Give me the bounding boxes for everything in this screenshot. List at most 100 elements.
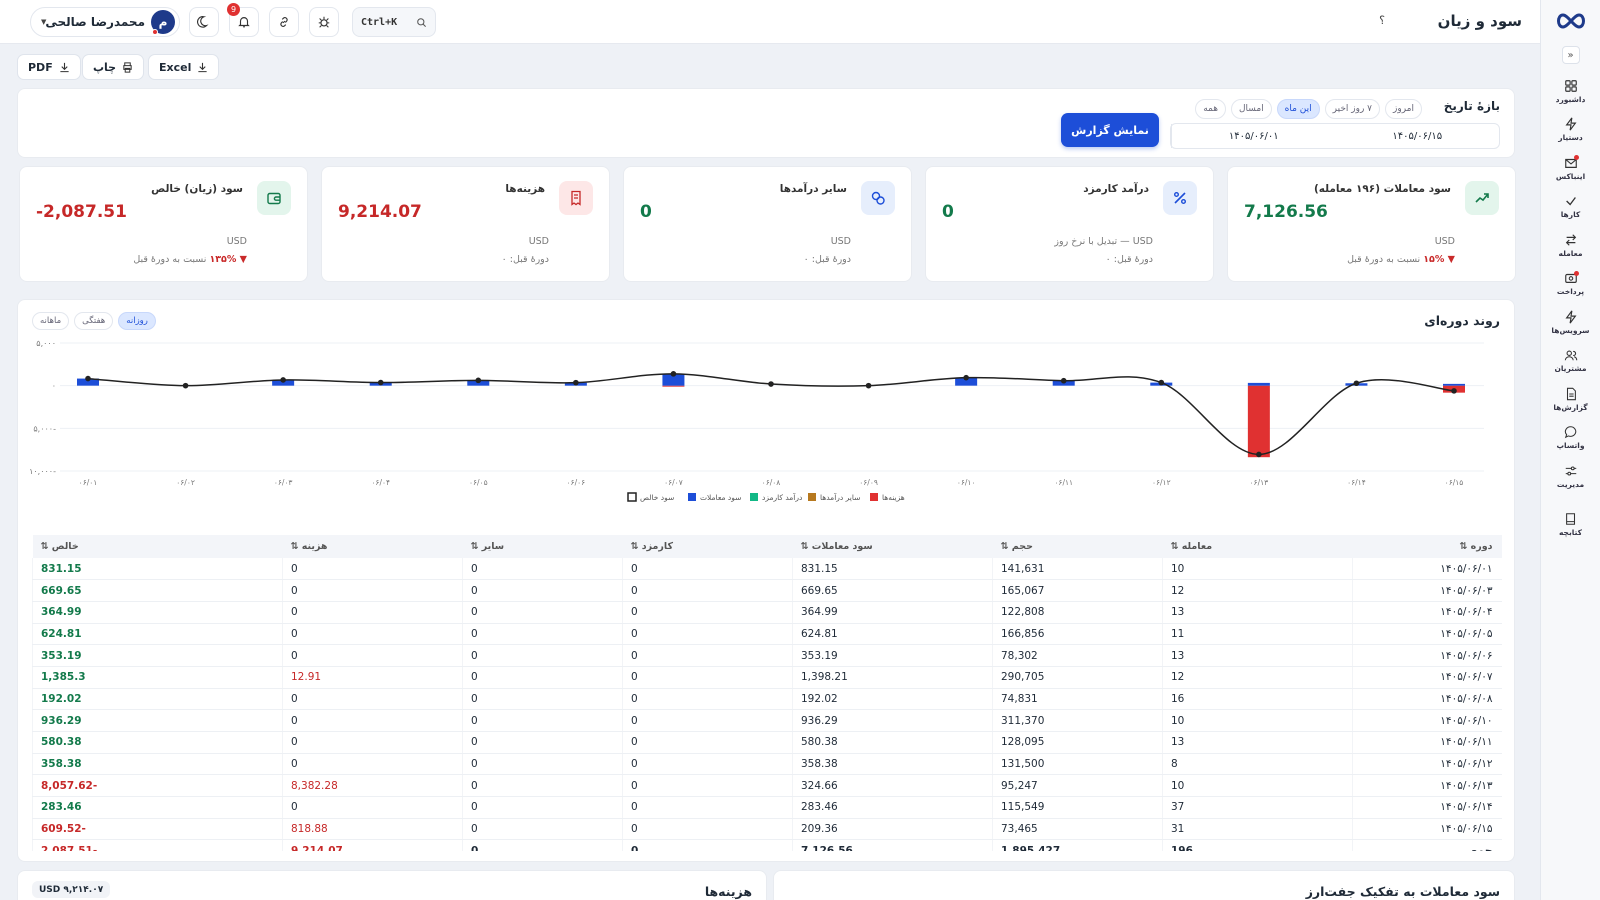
sidebar-item-label: پرداخت [1556, 287, 1585, 297]
link-button[interactable] [269, 7, 299, 37]
chart-bar [662, 385, 685, 387]
net-profit-point [1060, 377, 1067, 384]
sidebar-item-label: سرویس‌ها [1551, 325, 1590, 335]
sidebar-item-5[interactable]: پرداخت [1543, 265, 1599, 304]
settings-button[interactable] [309, 7, 339, 37]
sliders-icon [1565, 466, 1576, 476]
sidebar-nav: داشبورد دستیار اینباکس کارها معامله پرداخت سرو… [1543, 72, 1599, 544]
table-row: ۱۴۰۵/۰۶/۱۵ 31 73,465 209.36 0 0 818.88 -609.52 [32, 818, 1502, 841]
table-cell: 7,126.56 [792, 839, 993, 851]
table-cell: 818.88 [282, 818, 463, 841]
table-cell: 0 [282, 601, 463, 624]
x-tick-label: ۰۶/۰۳ [274, 478, 293, 487]
date-preset-chip[interactable]: امسال [1231, 99, 1272, 119]
date-preset-chip[interactable]: همه [1195, 99, 1227, 119]
table-cell: 95,247 [992, 774, 1163, 798]
column-header[interactable]: حجم ⇅ [992, 535, 1163, 558]
table-cell: 0 [462, 644, 623, 667]
table-row: ۱۴۰۵/۰۶/۰۴ 13 122,808 364.99 0 0 0 364.99 [32, 601, 1502, 624]
table-cell: جمع [1352, 839, 1502, 851]
column-header[interactable]: سود معاملات ⇅ [792, 535, 993, 558]
table-cell: 358.38 [792, 753, 993, 776]
sidebar-item-6[interactable]: سرویس‌ها [1543, 303, 1599, 342]
column-header[interactable]: معامله ⇅ [1162, 535, 1353, 558]
top-header: سود و زیان ؟ ▼ محمدرضا صالحی م 9 Ctrl+K [0, 0, 1540, 44]
net-profit-point [1256, 451, 1262, 458]
search-icon [417, 17, 426, 27]
percent-icon [1174, 192, 1186, 204]
sidebar-item-label: کتابچه [1558, 528, 1582, 538]
table-cell: ۱۴۰۵/۰۶/۰۱ [1352, 558, 1502, 581]
unread-dot [1573, 270, 1579, 276]
table-row: جمع 196 1,895,427 7,126.56 0 0 9,214.07 -2,087.… [32, 839, 1502, 851]
app-logo[interactable] [1554, 10, 1588, 32]
net-profit-point [573, 379, 579, 386]
net-profit-point [377, 379, 384, 386]
sidebar-item-4[interactable]: معامله [1543, 226, 1599, 265]
table-cell: 8 [1162, 753, 1353, 776]
granularity-tab[interactable]: روزانه [118, 312, 156, 330]
sidebar-item-1[interactable]: دستیار [1543, 111, 1599, 150]
kpi-title: سایر درآمدها [779, 183, 847, 195]
date-preset-chip[interactable]: ۷ روز اخیر [1324, 99, 1381, 119]
search-button[interactable]: Ctrl+K [352, 7, 436, 37]
sidebar-item-9[interactable]: واتساپ [1543, 419, 1599, 458]
column-header[interactable]: سایر ⇅ [462, 535, 623, 558]
theme-toggle-button[interactable] [189, 7, 219, 37]
table-cell: ۱۴۰۵/۰۶/۱۰ [1352, 709, 1502, 732]
sidebar-collapse-button[interactable]: » [1561, 46, 1580, 64]
print-button[interactable]: چاپ [82, 54, 145, 80]
help-icon[interactable]: ؟ [1379, 14, 1385, 27]
kpi-value: 0 [942, 202, 954, 222]
show-report-button[interactable]: نمایش گزارش [1061, 113, 1159, 147]
granularity-tab[interactable]: ماهانه [32, 312, 70, 330]
granularity-tabs: ماهانه هفتگی روزانه [32, 312, 156, 330]
table-cell: 0 [622, 774, 793, 798]
user-menu[interactable]: ▼ محمدرضا صالحی م [30, 7, 180, 37]
trend-table: دوره ⇅ معامله ⇅ حجم ⇅ سود معاملات ⇅ کارمزد ⇅… [32, 535, 1502, 851]
sidebar-item-11[interactable]: کتابچه [1543, 506, 1599, 545]
bolt-icon [1564, 117, 1577, 131]
table-row: ۱۴۰۵/۰۶/۱۴ 37 115,549 283.46 0 0 0 283.46 [32, 796, 1502, 819]
column-header[interactable]: دوره ⇅ [1352, 535, 1502, 558]
date-to-input[interactable]: ۱۴۰۵/۰۶/۱۵ [1336, 124, 1500, 148]
table-cell: 13 [1162, 601, 1353, 624]
sidebar-item-2[interactable]: اینباکس [1543, 149, 1599, 188]
sidebar-item-8[interactable]: گزارش‌ها [1543, 380, 1599, 419]
date-from-input[interactable]: ۱۴۰۵/۰۶/۰۱ [1171, 124, 1336, 148]
wallet-icon [267, 192, 281, 205]
sidebar-item-7[interactable]: مشتریان [1543, 342, 1599, 381]
table-cell: 0 [622, 666, 793, 689]
export-pdf-button[interactable]: PDF [17, 54, 81, 80]
date-preset-chip[interactable]: این ماه [1276, 99, 1320, 119]
expenses-card: هزینه‌ها USD ۹,۲۱۴.۰۷ [17, 870, 767, 900]
table-cell: ۱۴۰۵/۰۶/۱۳ [1352, 774, 1502, 798]
y-tick-label: ۵,۰۰۰- [33, 424, 56, 433]
table-cell: 165,067 [992, 579, 1163, 602]
coins-icon [871, 191, 885, 205]
column-header[interactable]: کارمزد ⇅ [622, 535, 793, 558]
granularity-tab[interactable]: هفتگی [74, 312, 114, 330]
table-cell: 0 [622, 731, 793, 754]
x-tick-label: ۰۶/۰۹ [859, 478, 878, 487]
date-preset-chip[interactable]: امروز [1385, 99, 1422, 119]
print-label: چاپ [93, 60, 117, 74]
notification-count-badge: 9 [227, 3, 240, 16]
table-cell: 0 [622, 709, 793, 732]
sidebar-item-0[interactable]: داشبورد [1543, 72, 1599, 111]
column-header[interactable]: خالص ⇅ [32, 535, 283, 558]
kpi-title: هزینه‌ها [505, 183, 545, 195]
notifications-button[interactable]: 9 [227, 3, 259, 37]
sidebar-item-3[interactable]: کارها [1543, 188, 1599, 227]
table-cell: -609.52 [32, 818, 283, 841]
kpi-unit: USD — تبدیل با نرخ روز [1054, 236, 1153, 247]
column-header[interactable]: هزینه ⇅ [282, 535, 463, 558]
kpi-title: سود (زیان) خالص [151, 183, 243, 195]
x-tick-label: ۰۶/۰۴ [371, 478, 390, 487]
export-excel-button[interactable]: Excel [148, 54, 220, 80]
sidebar-item-10[interactable]: مدیریت [1543, 457, 1599, 496]
table-cell: 1,385.3 [32, 666, 283, 689]
date-presets: امروز ۷ روز اخیر این ماه امسال همه [1195, 99, 1422, 119]
kpi-value: 7,126.56 [1244, 202, 1328, 222]
trend-title: روند دوره‌ای [1424, 313, 1500, 328]
